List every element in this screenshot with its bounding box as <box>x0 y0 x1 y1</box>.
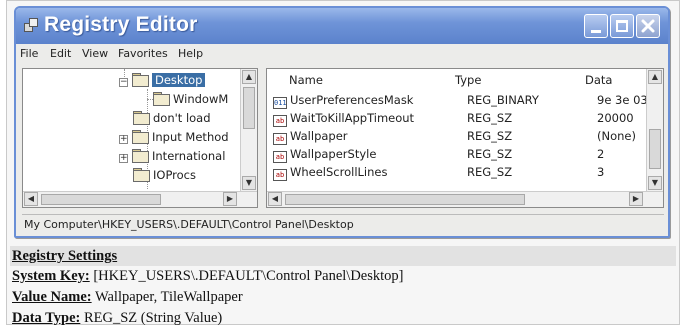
value-row[interactable]: ab WheelScrollLines REG_SZ 3 <box>273 163 604 181</box>
tree-item-desktop[interactable]: − Desktop <box>119 71 206 89</box>
scroll-thumb[interactable] <box>285 194 525 205</box>
registry-values-pane[interactable]: Name Type Data 011 UserPreferencesMask REG… <box>266 68 664 208</box>
scroll-down-icon[interactable]: ▼ <box>242 176 256 190</box>
close-button[interactable] <box>636 14 660 38</box>
scroll-left-icon[interactable]: ◀ <box>268 192 282 206</box>
values-horizontal-scrollbar[interactable]: ◀ ▶ <box>267 191 663 207</box>
title-bar[interactable]: Registry Editor <box>16 8 668 44</box>
scroll-down-icon[interactable]: ▼ <box>648 176 662 190</box>
value-name-value: Wallpaper, TileWallpaper <box>91 289 243 305</box>
window-title: Registry Editor <box>44 13 198 36</box>
document-heading: Registry Settings <box>10 246 676 266</box>
value-name: UserPreferencesMask <box>290 93 414 107</box>
value-type: REG_SZ <box>467 129 513 143</box>
minimize-button[interactable] <box>584 14 608 38</box>
value-data: 2 <box>597 147 605 161</box>
scroll-thumb[interactable] <box>243 87 255 129</box>
expand-icon[interactable]: + <box>119 154 128 163</box>
tree-vertical-scrollbar[interactable]: ▲ ▼ <box>240 69 257 191</box>
value-type: REG_SZ <box>467 147 513 161</box>
tree-item-dont-load[interactable]: don't load <box>133 109 211 127</box>
tree-item-input-method[interactable]: + Input Method <box>119 128 229 146</box>
value-row[interactable]: ab Wallpaper REG_SZ (None) <box>273 127 636 145</box>
value-row[interactable]: ab WaitToKillAppTimeout REG_SZ 20000 <box>273 109 634 127</box>
scroll-left-icon[interactable]: ◀ <box>24 192 38 206</box>
menu-help[interactable]: Help <box>178 47 203 60</box>
system-key-line: System Key: [HKEY_USERS\.DEFAULT\Control… <box>12 268 403 285</box>
folder-icon <box>132 149 149 163</box>
value-type: REG_SZ <box>467 111 513 125</box>
string-value-icon: ab <box>273 115 287 127</box>
value-row[interactable]: ab WallpaperStyle REG_SZ 2 <box>273 145 604 163</box>
folder-icon <box>133 168 150 182</box>
value-data: 20000 <box>597 111 634 125</box>
system-key-label: System Key: <box>12 268 90 284</box>
tree-item-label: don't load <box>153 111 211 125</box>
menu-view[interactable]: View <box>82 47 108 60</box>
binary-value-icon: 011 <box>273 97 287 109</box>
folder-open-icon <box>132 73 149 87</box>
maximize-button[interactable] <box>610 14 634 38</box>
value-name: WaitToKillAppTimeout <box>290 111 415 125</box>
scroll-right-icon[interactable]: ▶ <box>629 192 643 206</box>
tree-item-label: IOProcs <box>153 168 197 182</box>
minimize-icon <box>591 30 601 33</box>
registry-editor-window: Registry Editor File Edit View Favorites… <box>14 6 670 238</box>
close-icon <box>641 19 655 33</box>
value-data: 3 <box>597 165 605 179</box>
value-row[interactable]: 011 UserPreferencesMask REG_BINARY 9e 3e 03… <box>273 91 659 109</box>
folder-icon <box>132 130 149 144</box>
scroll-right-icon[interactable]: ▶ <box>223 192 237 206</box>
value-name: Wallpaper <box>290 129 348 143</box>
value-name: WheelScrollLines <box>290 165 388 179</box>
menu-bar: File Edit View Favorites Help <box>16 44 668 64</box>
menu-file[interactable]: File <box>20 47 38 60</box>
tree-item-ioprocs[interactable]: IOProcs <box>133 166 196 184</box>
column-header-name[interactable]: Name <box>289 71 323 89</box>
tree-item-windowm[interactable]: WindowM <box>153 90 228 108</box>
data-type-line: Data Type: REG_SZ (String Value) <box>12 310 222 325</box>
column-header-type[interactable]: Type <box>455 71 481 89</box>
tree-item-label: International <box>152 149 226 163</box>
registry-editor-app-icon <box>24 18 38 34</box>
value-name-line: Value Name: Wallpaper, TileWallpaper <box>12 289 243 306</box>
tree-item-label: Input Method <box>152 130 229 144</box>
tree-horizontal-scrollbar[interactable]: ◀ ▶ <box>23 191 257 207</box>
data-type-label: Data Type: <box>12 310 81 325</box>
data-type-value: REG_SZ (String Value) <box>80 310 223 325</box>
maximize-icon <box>616 20 628 32</box>
menu-favorites[interactable]: Favorites <box>118 47 168 60</box>
menu-edit[interactable]: Edit <box>50 47 71 60</box>
folder-icon <box>153 92 170 106</box>
scroll-thumb[interactable] <box>649 129 661 169</box>
column-header-data[interactable]: Data <box>585 71 612 89</box>
value-data: (None) <box>597 129 636 143</box>
tree-item-label: WindowM <box>173 92 229 106</box>
value-name: WallpaperStyle <box>290 147 377 161</box>
registry-tree-pane[interactable]: − Desktop WindowM don't load + Input Metho… <box>22 68 258 208</box>
collapse-icon[interactable]: − <box>119 78 128 87</box>
value-name-label: Value Name: <box>12 289 92 305</box>
scroll-thumb[interactable] <box>41 194 161 205</box>
system-key-value: [HKEY_USERS\.DEFAULT\Control Panel\Deskt… <box>89 268 404 284</box>
string-value-icon: ab <box>273 133 287 145</box>
scroll-up-icon[interactable]: ▲ <box>648 70 662 84</box>
string-value-icon: ab <box>273 169 287 181</box>
scroll-up-icon[interactable]: ▲ <box>242 70 256 84</box>
tree-item-international[interactable]: + International <box>119 147 225 165</box>
string-value-icon: ab <box>273 151 287 163</box>
expand-icon[interactable]: + <box>119 135 128 144</box>
value-type: REG_BINARY <box>467 93 539 107</box>
tree-item-label: Desktop <box>152 73 206 87</box>
folder-icon <box>133 111 150 125</box>
value-type: REG_SZ <box>467 165 513 179</box>
values-vertical-scrollbar[interactable]: ▲ ▼ <box>646 69 663 191</box>
status-bar: My Computer\HKEY_USERS\.DEFAULT\Control … <box>22 214 664 234</box>
